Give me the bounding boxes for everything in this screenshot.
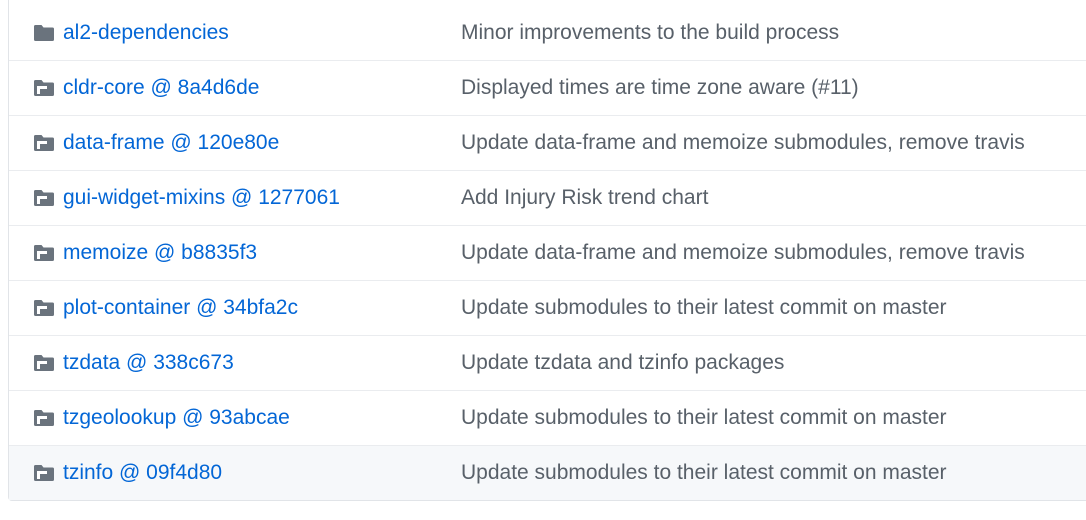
commit-message-link[interactable]: Displayed times are time zone aware (#11… bbox=[461, 76, 1086, 100]
file-row-cldr-core[interactable]: cldr-core @ 8a4d6de Displayed times are … bbox=[9, 60, 1086, 115]
submodule-icon bbox=[33, 409, 55, 427]
file-row-data-frame[interactable]: data-frame @ 120e80e Update data-frame a… bbox=[9, 115, 1086, 170]
file-row-gui-widget-mixins[interactable]: gui-widget-mixins @ 1277061 Add Injury R… bbox=[9, 170, 1086, 225]
file-name-link[interactable]: plot-container @ 34bfa2c bbox=[63, 296, 461, 320]
file-name-link[interactable]: memoize @ b8835f3 bbox=[63, 241, 461, 265]
file-name-link[interactable]: data-frame @ 120e80e bbox=[63, 131, 461, 155]
file-list: al2-dependencies Minor improvements to t… bbox=[8, 0, 1086, 501]
submodule-icon bbox=[33, 354, 55, 372]
file-row-tzdata[interactable]: tzdata @ 338c673 Update tzdata and tzinf… bbox=[9, 335, 1086, 390]
file-row-memoize[interactable]: memoize @ b8835f3 Update data-frame and … bbox=[9, 225, 1086, 280]
file-name-link[interactable]: tzinfo @ 09f4d80 bbox=[63, 461, 461, 485]
submodule-icon bbox=[33, 244, 55, 262]
file-name-link[interactable]: tzdata @ 338c673 bbox=[63, 351, 461, 375]
commit-message-link[interactable]: Minor improvements to the build process bbox=[461, 21, 1086, 45]
submodule-icon bbox=[33, 464, 55, 482]
commit-message-link[interactable]: Update submodules to their latest commit… bbox=[461, 296, 1086, 320]
submodule-icon bbox=[33, 299, 55, 317]
file-name-link[interactable]: tzgeolookup @ 93abcae bbox=[63, 406, 461, 430]
file-row-tzgeolookup[interactable]: tzgeolookup @ 93abcae Update submodules … bbox=[9, 390, 1086, 445]
file-name-link[interactable]: al2-dependencies bbox=[63, 21, 461, 45]
folder-icon bbox=[33, 24, 55, 42]
commit-message-link[interactable]: Update tzdata and tzinfo packages bbox=[461, 351, 1086, 375]
commit-message-link[interactable]: Update data-frame and memoize submodules… bbox=[461, 241, 1086, 265]
commit-message-link[interactable]: Update data-frame and memoize submodules… bbox=[461, 131, 1086, 155]
submodule-icon bbox=[33, 134, 55, 152]
file-name-link[interactable]: gui-widget-mixins @ 1277061 bbox=[63, 186, 461, 210]
commit-message-link[interactable]: Update submodules to their latest commit… bbox=[461, 406, 1086, 430]
commit-message-link[interactable]: Update submodules to their latest commit… bbox=[461, 461, 1086, 485]
file-row-plot-container[interactable]: plot-container @ 34bfa2c Update submodul… bbox=[9, 280, 1086, 335]
submodule-icon bbox=[33, 79, 55, 97]
file-row-tzinfo[interactable]: tzinfo @ 09f4d80 Update submodules to th… bbox=[9, 445, 1086, 500]
submodule-icon bbox=[33, 189, 55, 207]
commit-message-link[interactable]: Add Injury Risk trend chart bbox=[461, 186, 1086, 210]
file-name-link[interactable]: cldr-core @ 8a4d6de bbox=[63, 76, 461, 100]
file-row-al2-dependencies[interactable]: al2-dependencies Minor improvements to t… bbox=[9, 0, 1086, 60]
